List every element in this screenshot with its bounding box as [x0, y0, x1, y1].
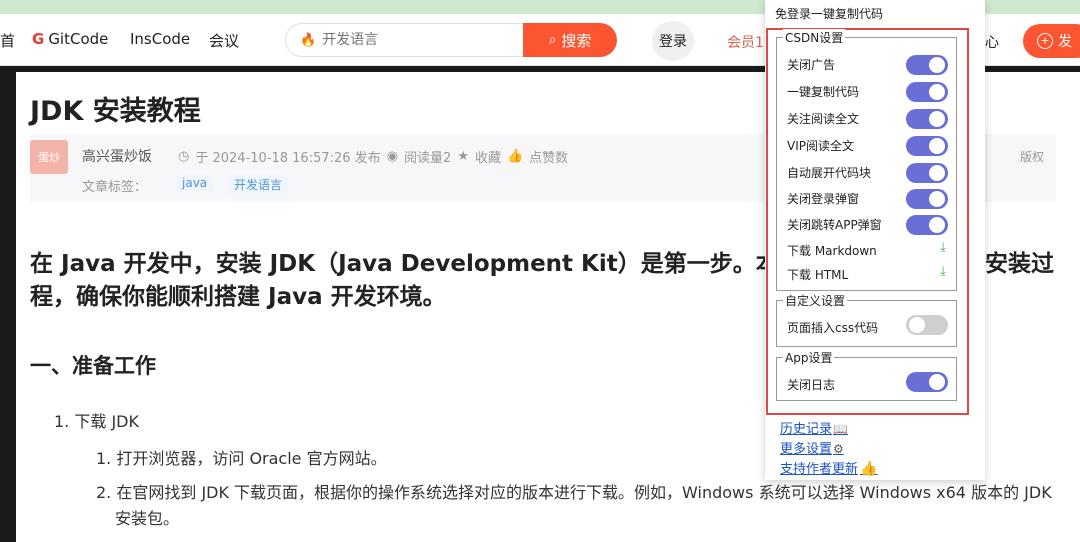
- left-edge: [0, 66, 16, 542]
- custom-settings-group: 自定义设置 页面插入css代码: [776, 292, 957, 347]
- clock-icon: ◷: [178, 149, 190, 164]
- more-settings-label: 更多设置: [780, 442, 833, 457]
- nav-gitcode-label: GitCode: [48, 30, 109, 48]
- thumbs-up-icon: 👍: [860, 461, 878, 477]
- copyright-label[interactable]: 版权: [1020, 148, 1044, 165]
- nav-item-meeting[interactable]: 会议: [209, 30, 239, 51]
- publish-time: 于 2024-10-18 16:57:26 发布: [195, 151, 381, 166]
- support-author-label: 支持作者更新: [780, 462, 859, 477]
- download-icon[interactable]: ⤓: [940, 264, 946, 279]
- plus-circle-icon: +: [1037, 33, 1053, 49]
- intro-line-1: 在 Java 开发中，安装 JDK（Java Development Kit）是…: [30, 251, 802, 277]
- setting-label: VIP阅读全文: [787, 139, 854, 153]
- avatar[interactable]: 蛋炒: [30, 140, 68, 174]
- eye-icon: ◉: [386, 149, 399, 164]
- toggle-copy-code[interactable]: [906, 82, 948, 102]
- more-settings-link[interactable]: 更多设置⚙: [780, 438, 844, 457]
- publish-button[interactable]: + 发: [1023, 24, 1080, 58]
- search-icon: ⌕: [548, 32, 557, 48]
- star-icon[interactable]: ★: [457, 149, 469, 164]
- publish-label: 发: [1058, 34, 1072, 50]
- toggle-insert-css[interactable]: [906, 315, 948, 335]
- setting-label: 关注阅读全文: [787, 112, 860, 126]
- support-author-link[interactable]: 支持作者更新 👍: [780, 458, 877, 477]
- search-input[interactable]: [322, 32, 503, 48]
- favorite-label[interactable]: 收藏: [475, 147, 501, 166]
- csdn-settings-legend: CSDN设置: [783, 29, 846, 46]
- search-button-label: 搜索: [561, 31, 592, 50]
- settings-highlight-box: CSDN设置 关闭广告 一键复制代码 关注阅读全文 VIP阅读全文 自动展开代码…: [766, 28, 969, 415]
- intro-line-1-tail: 安装过: [985, 251, 1054, 277]
- tags-label: 文章标签：: [82, 180, 148, 195]
- thumbs-up-icon[interactable]: 👍: [507, 149, 523, 164]
- tag-java[interactable]: java: [176, 175, 214, 191]
- setting-label: 一键复制代码: [787, 85, 860, 99]
- csdn-settings-group: CSDN设置 关闭广告 一键复制代码 关注阅读全文 VIP阅读全文 自动展开代码…: [776, 29, 957, 291]
- tag-dev-language[interactable]: 开发语言: [228, 175, 289, 194]
- search-button[interactable]: ⌕ 搜索: [523, 23, 617, 57]
- download-html-link[interactable]: 下载 HTML: [787, 266, 848, 283]
- setting-label: 关闭广告: [787, 58, 836, 72]
- setting-label: 自动展开代码块: [787, 166, 872, 180]
- toggle-close-log[interactable]: [906, 372, 948, 392]
- meta-line: ◷ 于 2024-10-18 16:57:26 发布 ◉ 阅读量2 ★ 收藏 👍…: [178, 147, 568, 166]
- article-title: JDK 安装教程: [30, 96, 201, 127]
- like-label[interactable]: 点赞数: [529, 147, 568, 166]
- toggle-follow-read[interactable]: [906, 109, 948, 129]
- gear-icon: ⚙: [833, 442, 844, 456]
- nav-item-gitcode[interactable]: G GitCode: [32, 30, 108, 48]
- list-item: 1. 下载 JDK: [54, 412, 139, 431]
- app-settings-legend: App设置: [783, 349, 835, 366]
- toggle-close-app-popup[interactable]: [906, 215, 948, 235]
- login-button[interactable]: 登录: [652, 21, 694, 61]
- download-icon[interactable]: ⤓: [940, 240, 946, 255]
- plugin-popup: 免登录一键复制代码 CSDN设置 关闭广告 一键复制代码 关注阅读全文 VIP阅…: [765, 0, 985, 480]
- toggle-vip-read[interactable]: [906, 136, 948, 156]
- download-markdown-link[interactable]: 下载 Markdown: [787, 242, 877, 259]
- vip-link[interactable]: 会员1: [727, 32, 764, 52]
- book-icon: 📖: [833, 422, 848, 436]
- history-link-label: 历史记录: [780, 422, 833, 437]
- setting-label: 页面插入css代码: [787, 321, 879, 335]
- nav-item-partial-right[interactable]: 心: [985, 32, 999, 52]
- fire-icon: 🔥: [300, 32, 317, 48]
- nav-item-inscode[interactable]: InsCode: [130, 30, 190, 48]
- toggle-expand-code[interactable]: [906, 163, 948, 183]
- read-count: 阅读量2: [404, 151, 452, 166]
- setting-label: 关闭跳转APP弹窗: [787, 218, 882, 232]
- toggle-close-login-popup[interactable]: [906, 189, 948, 209]
- history-link[interactable]: 历史记录📖: [780, 418, 848, 437]
- custom-settings-legend: 自定义设置: [783, 292, 848, 309]
- search-box: 🔥: [285, 23, 525, 57]
- popup-header: 免登录一键复制代码: [775, 7, 884, 21]
- gitcode-logo-icon: G: [32, 30, 45, 48]
- section-heading: 一、准备工作: [30, 354, 156, 378]
- app-settings-group: App设置 关闭日志: [776, 349, 957, 401]
- setting-label: 关闭登录弹窗: [787, 192, 860, 206]
- author-name[interactable]: 高兴蛋炒饭: [82, 146, 152, 166]
- nav-item-partial[interactable]: 首: [0, 30, 15, 51]
- list-item: 2. 在官网找到 JDK 下载页面，根据你的操作系统选择对应的版本进行下载。例如…: [96, 483, 1052, 528]
- list-item: 1. 打开浏览器，访问 Oracle 官方网站。: [96, 449, 387, 468]
- setting-label: 关闭日志: [787, 378, 836, 392]
- toggle-close-ads[interactable]: [906, 55, 948, 75]
